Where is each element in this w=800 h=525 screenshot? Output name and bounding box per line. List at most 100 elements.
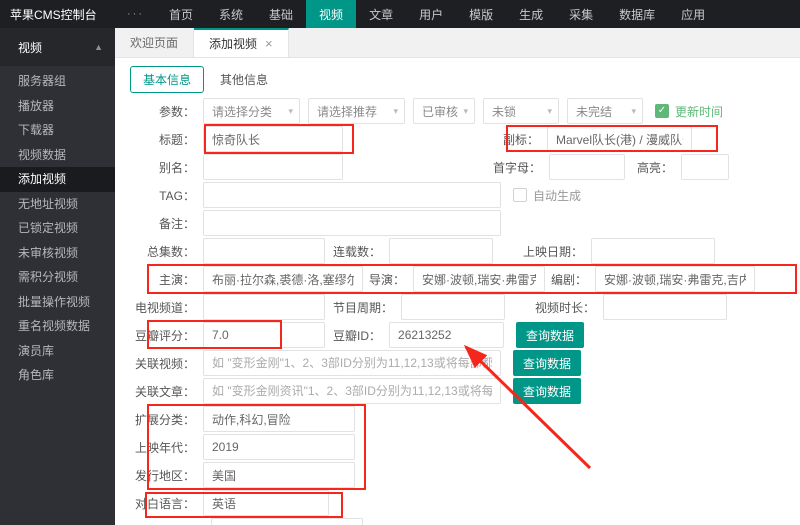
sidebar-item-player[interactable]: 播放器: [0, 94, 115, 119]
topnav-article[interactable]: 文章: [356, 0, 406, 28]
check-icon: ✓: [658, 106, 666, 116]
initial-input[interactable]: [549, 154, 625, 180]
auto-generate-checkbox[interactable]: [513, 188, 527, 202]
audit-select[interactable]: 已审核 ▾: [413, 98, 475, 124]
subtitle-input[interactable]: [547, 126, 692, 152]
tab-other-info[interactable]: 其他信息: [220, 71, 268, 88]
tag-label: TAG：: [115, 187, 203, 204]
related-video-query-button[interactable]: 查询数据: [513, 350, 581, 376]
language-label: 对白语言：: [115, 495, 203, 512]
recommend-select[interactable]: 请选择推荐 ▾: [308, 98, 405, 124]
sidebar-item-unaudited[interactable]: 未审核视频: [0, 241, 115, 266]
chevron-down-icon: ▾: [393, 106, 398, 117]
douban-score-label: 豆瓣评分：: [115, 327, 203, 344]
writer-input[interactable]: [595, 266, 755, 292]
close-icon[interactable]: ×: [265, 36, 273, 51]
sidebar-item-server-group[interactable]: 服务器组: [0, 69, 115, 94]
topnav-collect[interactable]: 采集: [556, 0, 606, 28]
serial-count-label: 连载数：: [333, 243, 389, 260]
more-menu-icon[interactable]: ···: [115, 0, 156, 28]
alias-input[interactable]: [203, 154, 343, 180]
tab-welcome-page[interactable]: 欢迎页面: [115, 28, 194, 57]
related-article-query-button[interactable]: 查询数据: [513, 378, 581, 404]
topnav-user[interactable]: 用户: [406, 0, 456, 28]
tab-basic-info[interactable]: 基本信息: [130, 66, 204, 93]
tab-add-video[interactable]: 添加视频 ×: [194, 28, 289, 57]
add-video-form: 参数： 请选择分类 ▾ 请选择推荐 ▾ 已审核 ▾ 未锁: [115, 98, 800, 525]
remark-input[interactable]: [203, 210, 501, 236]
related-video-label: 关联视频：: [115, 355, 203, 372]
subtabs: 基本信息 其他信息: [130, 66, 800, 92]
region-input[interactable]: [203, 462, 355, 488]
title-input[interactable]: [203, 126, 343, 152]
sidebar-item-role-lib[interactable]: 角色库: [0, 363, 115, 388]
ext-category-input[interactable]: [203, 406, 355, 432]
release-date-label: 上映日期：: [523, 243, 591, 260]
form-row-related-video: 关联视频： 查询数据: [115, 350, 800, 376]
topnav-generate[interactable]: 生成: [506, 0, 556, 28]
douban-id-input[interactable]: [389, 322, 504, 348]
actors-input[interactable]: [203, 266, 363, 292]
sidebar-item-video-data[interactable]: 视频数据: [0, 143, 115, 168]
form-row-params: 参数： 请选择分类 ▾ 请选择推荐 ▾ 已审核 ▾ 未锁: [115, 98, 800, 124]
caret-up-icon: ▲: [94, 42, 103, 52]
sidebar: 视频 ▲ 服务器组 播放器 下载器 视频数据 添加视频 无地址视频 已锁定视频 …: [0, 28, 115, 525]
sidebar-item-locked[interactable]: 已锁定视频: [0, 216, 115, 241]
sidebar-item-no-address[interactable]: 无地址视频: [0, 192, 115, 217]
form-row-episodes: 总集数： 连载数： 上映日期：: [115, 238, 800, 264]
douban-query-button[interactable]: 查询数据: [516, 322, 584, 348]
total-episodes-input[interactable]: [203, 238, 325, 264]
form-row-year: 上映年代：: [115, 434, 800, 460]
sidebar-item-duplicate[interactable]: 重名视频数据: [0, 314, 115, 339]
tabstrip: 欢迎页面 添加视频 ×: [115, 28, 800, 58]
lock-select[interactable]: 未锁 ▾: [483, 98, 559, 124]
tv-channel-input[interactable]: [203, 294, 325, 320]
form-row-partial: [115, 518, 800, 525]
serial-count-input[interactable]: [389, 238, 493, 264]
tv-channel-label: 电视频道：: [115, 299, 203, 316]
language-input[interactable]: [203, 490, 329, 516]
director-input[interactable]: [413, 266, 545, 292]
form-row-tag: TAG： 自动生成: [115, 182, 800, 208]
app-title: 苹果CMS控制台: [0, 0, 115, 28]
form-row-ext-category: 扩展分类：: [115, 406, 800, 432]
highlight-input[interactable]: [681, 154, 729, 180]
tag-input[interactable]: [203, 182, 501, 208]
audit-select-value: 已审核: [422, 103, 458, 120]
writer-label: 编剧：: [551, 271, 595, 288]
form-row-remark: 备注：: [115, 210, 800, 236]
main-panel: 欢迎页面 添加视频 × 基本信息 其他信息 参数： 请选择分类 ▾: [115, 28, 800, 525]
related-article-input[interactable]: [203, 378, 501, 404]
category-select[interactable]: 请选择分类 ▾: [203, 98, 300, 124]
sidebar-section-label: 视频: [18, 39, 42, 56]
update-time-checkbox[interactable]: ✓: [655, 104, 669, 118]
sidebar-item-batch[interactable]: 批量操作视频: [0, 290, 115, 315]
topnav-basic[interactable]: 基础: [256, 0, 306, 28]
duration-input[interactable]: [603, 294, 727, 320]
director-label: 导演：: [369, 271, 413, 288]
year-input[interactable]: [203, 434, 355, 460]
douban-score-input[interactable]: [203, 322, 325, 348]
sidebar-item-downloader[interactable]: 下载器: [0, 118, 115, 143]
sidebar-item-actor-lib[interactable]: 演员库: [0, 339, 115, 364]
partial-next-input[interactable]: [211, 518, 363, 525]
release-date-input[interactable]: [591, 238, 715, 264]
form-row-language: 对白语言：: [115, 490, 800, 516]
program-cycle-input[interactable]: [401, 294, 505, 320]
form-row-title: 标题： 副标：: [115, 126, 800, 152]
sidebar-section-video[interactable]: 视频 ▲: [0, 28, 115, 66]
sidebar-item-points[interactable]: 需积分视频: [0, 265, 115, 290]
topnav-video[interactable]: 视频: [306, 0, 356, 28]
topnav-template[interactable]: 模版: [456, 0, 506, 28]
topnav-system[interactable]: 系统: [206, 0, 256, 28]
serialize-select[interactable]: 未完结 ▾: [567, 98, 643, 124]
ext-category-label: 扩展分类：: [115, 411, 203, 428]
topnav-app[interactable]: 应用: [668, 0, 718, 28]
related-video-input[interactable]: [203, 350, 501, 376]
top-nav: 首页 系统 基础 视频 文章 用户 模版 生成 采集 数据库 应用: [156, 0, 718, 28]
topbar: 苹果CMS控制台 ··· 首页 系统 基础 视频 文章 用户 模版 生成 采集 …: [0, 0, 800, 28]
title-label: 标题：: [115, 131, 203, 148]
topnav-home[interactable]: 首页: [156, 0, 206, 28]
topnav-database[interactable]: 数据库: [606, 0, 668, 28]
sidebar-item-add-video[interactable]: 添加视频: [0, 167, 115, 192]
